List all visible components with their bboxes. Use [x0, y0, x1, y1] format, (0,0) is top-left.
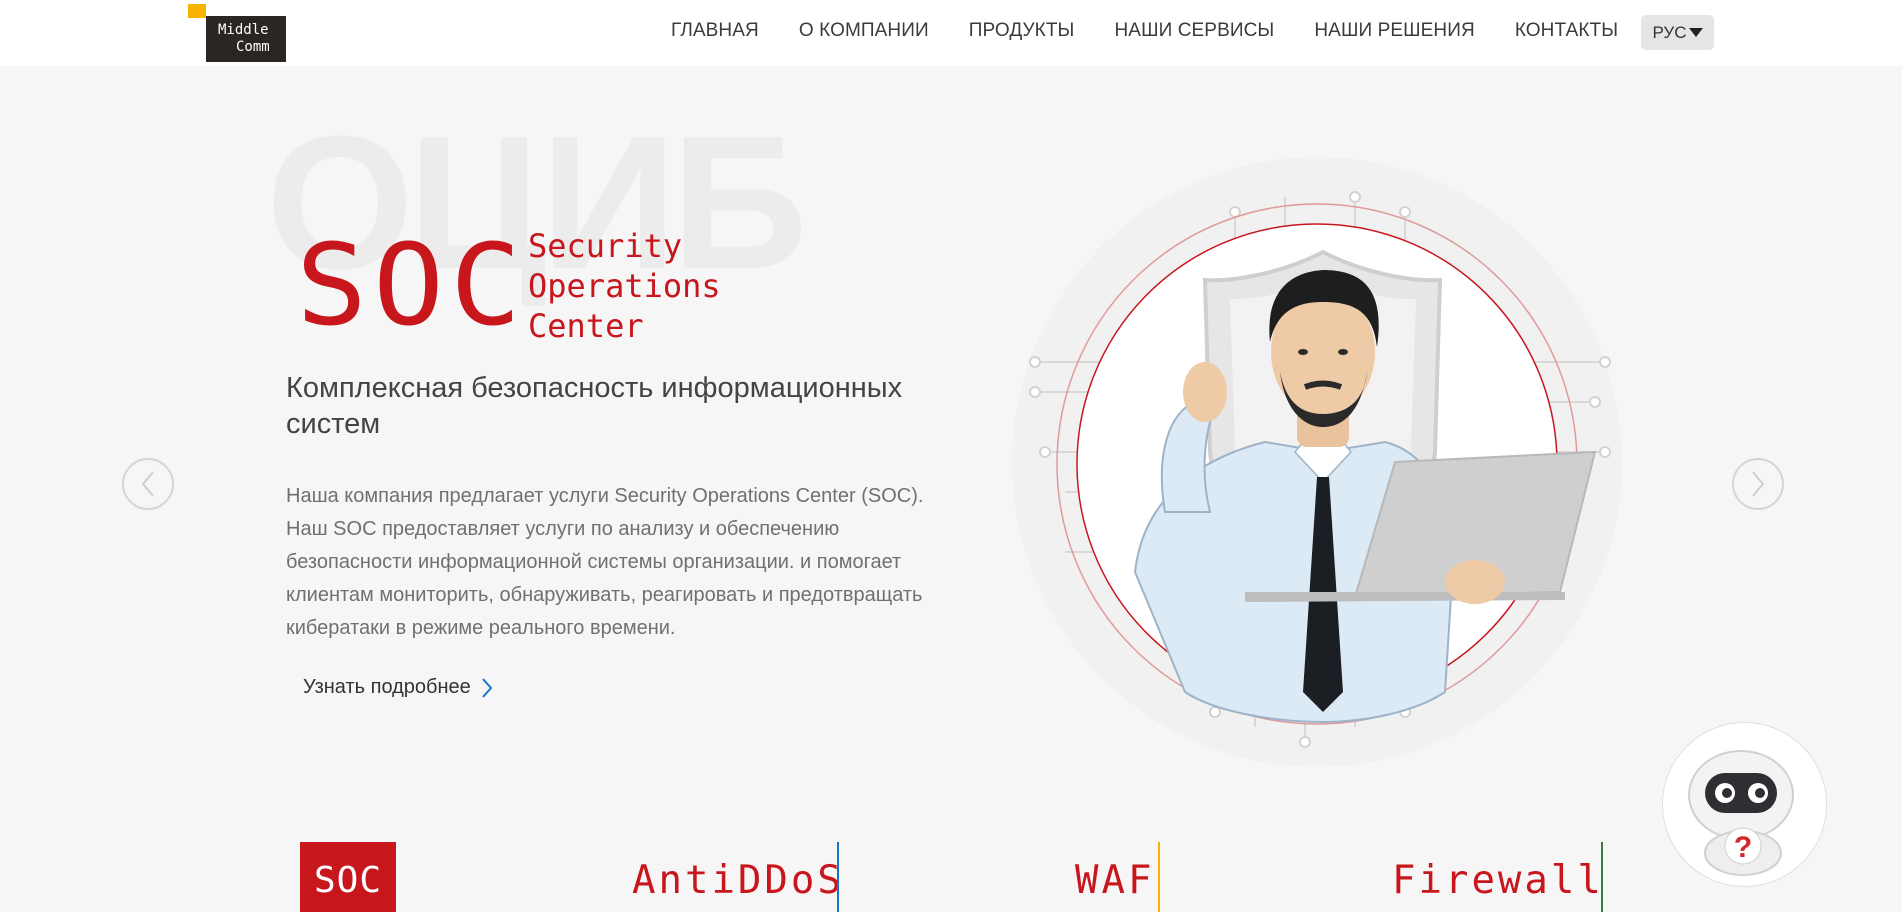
hero-illustration: [1012, 157, 1622, 767]
chevron-left-icon: [141, 471, 154, 497]
soc-subtitle-line: Operations: [528, 267, 721, 305]
hero-description: Наша компания предлагает услуги Security…: [286, 485, 924, 639]
divider: [1158, 842, 1160, 912]
logo[interactable]: Middle Comm: [188, 4, 290, 62]
language-label: РУС: [1652, 22, 1687, 42]
header: Middle Comm ГЛАВНАЯ О КОМПАНИИ ПРОДУКТЫ …: [0, 0, 1902, 66]
divider: [1601, 842, 1603, 912]
soc-subtitle-line: Security: [528, 227, 683, 265]
nav-item-about[interactable]: О КОМПАНИИ: [799, 20, 929, 42]
logo-accent: [188, 4, 206, 18]
hero-headline: Комплексная безопасность информационных …: [286, 372, 903, 440]
product-tab-soc[interactable]: SOC: [300, 842, 396, 912]
robot-help-icon: ?: [1688, 750, 1794, 876]
soc-subtitle-line: Center: [528, 307, 644, 345]
carousel-prev-button[interactable]: [122, 458, 174, 510]
caret-down-icon: [1688, 28, 1703, 37]
language-selector[interactable]: РУС: [1641, 15, 1714, 50]
chatbot-help-button[interactable]: ?: [1662, 722, 1827, 887]
nav-item-services[interactable]: НАШИ СЕРВИСЫ: [1114, 20, 1274, 42]
carousel-next-button[interactable]: [1732, 458, 1784, 510]
chevron-right-icon: [1752, 471, 1765, 497]
logo-box: Middle Comm: [206, 16, 286, 62]
logo-text-line1: Middle: [218, 22, 269, 38]
nav-item-contacts[interactable]: КОНТАКТЫ: [1515, 20, 1618, 42]
nav-item-products[interactable]: ПРОДУКТЫ: [969, 20, 1075, 42]
product-tab-firewall[interactable]: Firewall: [1392, 842, 1604, 912]
soc-title: SOC: [296, 219, 528, 351]
chevron-right-icon: [482, 677, 493, 698]
divider: [837, 842, 839, 912]
product-tab-antiddos[interactable]: AntiDDoS: [632, 842, 844, 912]
learn-more-link[interactable]: Узнать подробнее: [303, 676, 493, 699]
product-tab-waf[interactable]: WAF: [1075, 842, 1154, 912]
soc-subtitle: Security Operations Center: [528, 226, 721, 346]
learn-more-label: Узнать подробнее: [303, 676, 471, 698]
main-nav: ГЛАВНАЯ О КОМПАНИИ ПРОДУКТЫ НАШИ СЕРВИСЫ…: [671, 20, 1618, 42]
nav-item-home[interactable]: ГЛАВНАЯ: [671, 20, 759, 42]
logo-text-line2: Comm: [236, 39, 270, 55]
svg-text:?: ?: [1734, 831, 1752, 864]
nav-item-solutions[interactable]: НАШИ РЕШЕНИЯ: [1314, 20, 1474, 42]
